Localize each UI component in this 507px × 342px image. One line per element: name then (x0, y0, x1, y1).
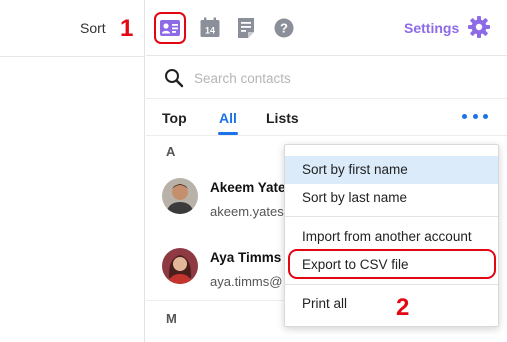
more-options-menu: Sort by first name Sort by last name Imp… (284, 144, 499, 327)
export-highlight-annotation (288, 249, 496, 279)
search-input[interactable] (194, 67, 474, 89)
section-header-a: A (166, 144, 176, 159)
contacts-card-icon[interactable] (154, 12, 186, 44)
contact-name: Akeem Yates (210, 180, 286, 195)
gear-icon[interactable] (467, 15, 491, 39)
calendar-icon[interactable]: 14 (198, 16, 222, 40)
menu-item-import[interactable]: Import from another account (285, 223, 498, 251)
notes-icon[interactable] (234, 16, 258, 40)
help-icon[interactable]: ? (272, 16, 296, 40)
left-pane-divider (0, 56, 145, 57)
settings-link[interactable]: Settings (404, 20, 459, 36)
menu-item-sort-last-name[interactable]: Sort by last name (285, 184, 498, 212)
calendar-day: 14 (205, 26, 215, 36)
tab-bar: Top All Lists (146, 100, 507, 136)
search-icon[interactable] (164, 68, 184, 88)
section-divider (146, 300, 286, 301)
search-bar (146, 57, 507, 99)
menu-item-print-all[interactable]: Print all (285, 290, 498, 318)
svg-text:?: ? (280, 21, 288, 36)
menu-divider (285, 284, 498, 285)
tab-top[interactable]: Top (162, 110, 187, 126)
annotation-step-1: 1 (120, 15, 134, 42)
tab-all[interactable]: All (219, 110, 237, 126)
avatar (162, 178, 198, 214)
tab-lists[interactable]: Lists (266, 110, 299, 126)
sort-button[interactable]: Sort (80, 20, 106, 36)
menu-divider (285, 216, 498, 217)
section-header-m: M (166, 311, 177, 326)
avatar (162, 248, 198, 284)
annotation-step-2: 2 (396, 294, 410, 321)
active-tab-indicator (218, 132, 238, 135)
left-pane: Sort (0, 0, 145, 342)
toolbar: 14 ? Settings (146, 0, 507, 56)
menu-item-sort-first-name[interactable]: Sort by first name (285, 156, 498, 184)
contact-email: akeem.yates@ (210, 204, 286, 219)
contact-name: Aya Timms (210, 250, 282, 265)
more-options-icon[interactable] (462, 108, 488, 124)
contact-email: aya.timms@ (210, 274, 283, 289)
